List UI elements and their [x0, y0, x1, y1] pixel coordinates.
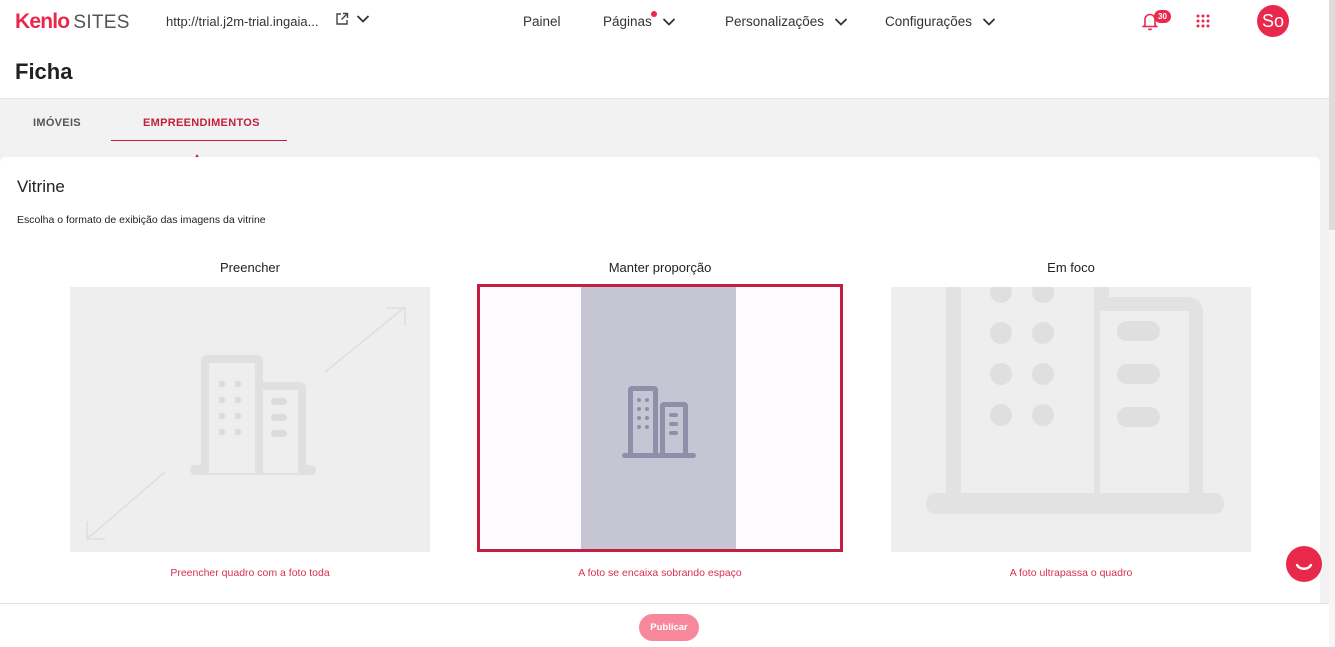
page-scrollbar[interactable] [1329, 0, 1335, 647]
chevron-down-icon [834, 17, 848, 26]
option-caption-em-foco: A foto ultrapassa o quadro [1009, 567, 1133, 579]
image-preview-band [581, 287, 736, 549]
kenlo-sites-logo[interactable]: Kenlo SITES [15, 10, 130, 34]
option-em-foco[interactable] [891, 287, 1251, 552]
vitrine-card: Vitrine Escolha o formato de exibição da… [0, 157, 1320, 617]
option-preencher[interactable] [70, 287, 430, 552]
option-label-preencher: Preencher [220, 260, 280, 275]
nav-configuracoes[interactable]: Configurações [885, 14, 996, 29]
option-caption-preencher: Preencher quadro com a foto toda [170, 567, 330, 579]
chevron-down-icon [662, 17, 675, 26]
building-zoom-preview-icon [926, 287, 1224, 514]
page-title: Ficha [15, 59, 73, 84]
brand-suffix: SITES [73, 12, 130, 33]
nav-paginas[interactable]: Páginas [603, 14, 676, 29]
option-label-manter-proporcao: Manter proporção [608, 260, 712, 275]
nav-configuracoes-label: Configurações [885, 14, 973, 29]
chevron-down-icon[interactable] [356, 14, 370, 24]
apps-grid-icon[interactable] [1196, 14, 1210, 28]
nav-painel-label: Painel [523, 14, 561, 29]
tab-imoveis[interactable]: IMÓVEIS [33, 117, 81, 129]
notification-badge: 30 [1154, 10, 1171, 23]
tab-empreendimentos[interactable]: EMPREENDIMENTOS [143, 117, 260, 129]
option-caption-manter-proporcao: A foto se encaixa sobrando espaço [578, 567, 742, 579]
nav-painel[interactable]: Painel [523, 14, 561, 29]
nav-paginas-label: Páginas [603, 14, 652, 29]
building-fill-preview-icon [86, 306, 406, 540]
nav-personalizacoes[interactable]: Personalizações [725, 14, 848, 29]
option-manter-proporcao[interactable] [477, 284, 843, 552]
user-avatar[interactable]: So [1257, 5, 1289, 37]
option-label-em-foco: Em foco [1047, 260, 1095, 275]
external-link-icon[interactable] [335, 12, 349, 26]
vitrine-title: Vitrine [17, 177, 65, 196]
building-icon [622, 386, 696, 458]
chat-smile-icon [1295, 563, 1313, 570]
active-tab-indicator [111, 140, 287, 141]
scrollbar-thumb[interactable] [1329, 0, 1335, 230]
chevron-down-icon [982, 17, 996, 26]
nav-personalizacoes-label: Personalizações [725, 14, 825, 29]
top-navbar: Kenlo SITES http://trial.j2m-trial.ingai… [0, 0, 1329, 44]
site-url-link[interactable]: http://trial.j2m-trial.ingaia... [166, 14, 318, 29]
chat-button[interactable] [1286, 546, 1322, 582]
vitrine-description: Escolha o formato de exibição das imagen… [17, 214, 266, 226]
brand-name: Kenlo [15, 10, 70, 33]
new-indicator-dot [651, 11, 657, 17]
publish-button[interactable]: Publicar [639, 614, 699, 641]
publish-footer: Publicar [0, 603, 1329, 647]
page-header: Ficha [0, 44, 1329, 99]
